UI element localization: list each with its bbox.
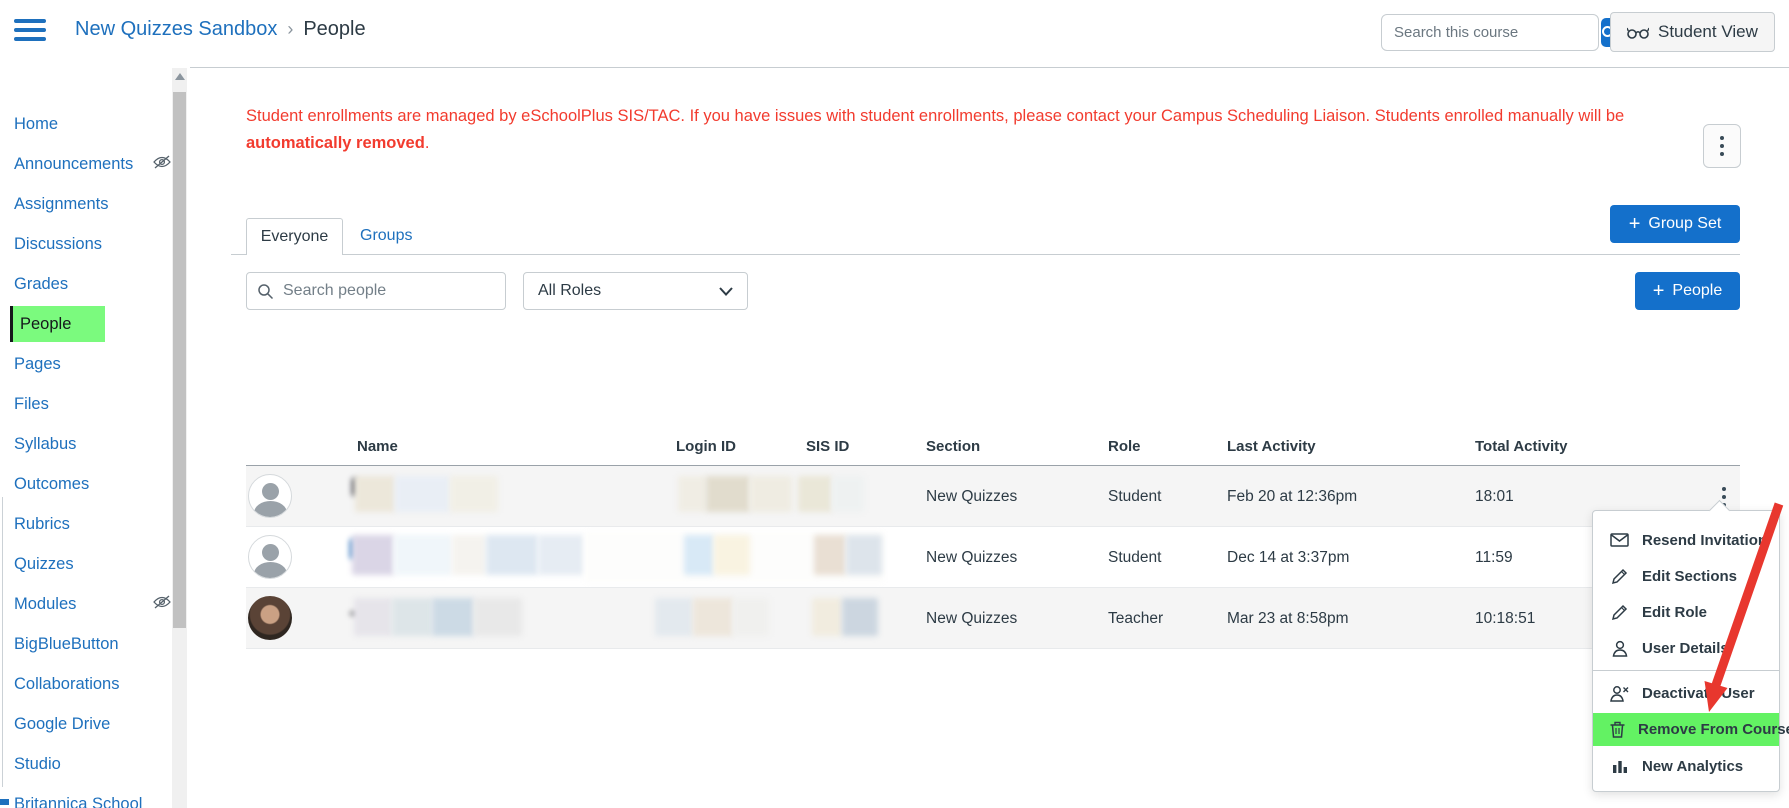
- cell-section: New Quizzes: [926, 610, 1017, 628]
- avatar[interactable]: [248, 474, 292, 518]
- menu-item-remove-from-course[interactable]: Remove From Course: [1593, 713, 1779, 746]
- table-row[interactable]: New Quizzes Teacher Mar 23 at 8:58pm 10:…: [246, 588, 1740, 649]
- sidebar-item-assignments[interactable]: Assignments: [14, 184, 174, 224]
- tabbar-divider: [231, 254, 1740, 255]
- avatar[interactable]: [248, 596, 292, 640]
- sidebar-item-rubrics[interactable]: Rubrics: [14, 504, 174, 544]
- cell-section: New Quizzes: [926, 488, 1017, 506]
- user-icon: [1610, 640, 1629, 657]
- menu-item-deactivate-user[interactable]: Deactivate User: [1593, 675, 1779, 711]
- sidebar-item-collaborations[interactable]: Collaborations: [14, 664, 174, 704]
- breadcrumb-course-link[interactable]: New Quizzes Sandbox: [75, 18, 277, 40]
- bar-chart-icon: [1610, 758, 1629, 774]
- sidebar-item-grades[interactable]: Grades: [14, 264, 174, 304]
- col-header-sis-id: SIS ID: [806, 438, 849, 455]
- trash-icon: [1610, 721, 1625, 738]
- people-search-input[interactable]: [283, 282, 495, 300]
- breadcrumb: New Quizzes Sandbox › People: [75, 18, 366, 41]
- tab-everyone[interactable]: Everyone: [246, 218, 343, 255]
- sidebar-item-quizzes[interactable]: Quizzes: [14, 544, 174, 584]
- notice-bold-text: automatically removed: [246, 134, 425, 152]
- col-header-last-activity: Last Activity: [1227, 438, 1316, 455]
- cell-role: Student: [1108, 488, 1161, 506]
- sidebar-item-outcomes[interactable]: Outcomes: [14, 464, 174, 504]
- envelope-icon: [1610, 533, 1629, 547]
- table-row[interactable]: New Quizzes Student Feb 20 at 12:36pm 18…: [246, 466, 1740, 527]
- course-search-input[interactable]: [1382, 24, 1601, 41]
- sidebar-item-bigbluebutton[interactable]: BigBlueButton: [14, 624, 174, 664]
- roles-selected-value: All Roles: [538, 282, 601, 300]
- plus-icon: +: [1629, 214, 1641, 234]
- col-header-name: Name: [357, 438, 398, 455]
- course-search-box: [1381, 14, 1599, 51]
- breadcrumb-current-page: People: [303, 18, 365, 40]
- col-header-login-id: Login ID: [676, 438, 736, 455]
- user-options-context-menu: Resend Invitation Edit Sections Edit Rol…: [1592, 510, 1780, 792]
- col-header-role: Role: [1108, 438, 1141, 455]
- avatar[interactable]: [248, 535, 292, 579]
- search-icon: [257, 283, 274, 300]
- cell-total-activity: 11:59: [1475, 549, 1513, 567]
- table-header-row: Name Login ID SIS ID Section Role Last A…: [246, 430, 1740, 466]
- plus-icon: +: [1653, 281, 1665, 301]
- sidebar-item-studio[interactable]: Studio: [14, 744, 174, 784]
- col-header-section: Section: [926, 438, 980, 455]
- sidebar-scrollbar-thumb[interactable]: [173, 92, 186, 628]
- table-row[interactable]: New Quizzes Student Dec 14 at 3:37pm 11:…: [246, 527, 1740, 588]
- menu-item-resend-invitation[interactable]: Resend Invitation: [1593, 522, 1779, 558]
- sidebar-item-modules[interactable]: Modules: [14, 584, 174, 624]
- cell-last-activity: Dec 14 at 3:37pm: [1227, 549, 1349, 567]
- enrollment-notice: Student enrollments are managed by eScho…: [246, 103, 1671, 157]
- menu-item-user-details[interactable]: User Details: [1593, 630, 1779, 666]
- sidebar-item-britannica-school[interactable]: Britannica School: [14, 784, 174, 808]
- roles-filter-select[interactable]: All Roles: [523, 272, 748, 310]
- chevron-down-icon: [719, 287, 733, 296]
- scrollbar-up-arrow-icon[interactable]: [175, 73, 185, 80]
- glasses-icon: [1627, 25, 1649, 39]
- pencil-icon: [1610, 568, 1629, 585]
- pencil-icon: [1610, 604, 1629, 621]
- canvas-people-page: New Quizzes Sandbox›People Student View …: [0, 0, 1789, 808]
- cell-last-activity: Feb 20 at 12:36pm: [1227, 488, 1357, 506]
- cell-role: Teacher: [1108, 610, 1163, 628]
- global-nav-hamburger-icon[interactable]: [14, 19, 46, 46]
- sidebar-item-files[interactable]: Files: [14, 384, 174, 424]
- cell-total-activity: 18:01: [1475, 488, 1514, 506]
- menu-item-new-analytics[interactable]: New Analytics: [1593, 748, 1779, 784]
- cell-role: Student: [1108, 549, 1161, 567]
- sidebar-item-discussions[interactable]: Discussions: [14, 224, 174, 264]
- user-x-icon: [1610, 685, 1629, 702]
- sidebar-item-pages[interactable]: Pages: [14, 344, 174, 384]
- eye-slash-icon: [152, 595, 172, 614]
- people-search-box: [246, 272, 506, 310]
- popover-edge-artifact: [2, 497, 3, 787]
- eye-slash-icon: [152, 155, 172, 174]
- edge-artifact: [0, 799, 9, 805]
- add-group-set-button[interactable]: + Group Set: [1610, 205, 1740, 243]
- breadcrumb-separator: ›: [287, 19, 293, 39]
- header-divider: [190, 67, 1789, 68]
- col-header-total-activity: Total Activity: [1475, 438, 1568, 455]
- student-view-button[interactable]: Student View: [1610, 12, 1775, 52]
- course-nav: Home Announcements Assignments Discussio…: [14, 104, 174, 808]
- cell-total-activity: 10:18:51: [1475, 610, 1535, 628]
- cell-last-activity: Mar 23 at 8:58pm: [1227, 610, 1348, 628]
- kebab-dot: [1720, 136, 1724, 140]
- sidebar-item-announcements[interactable]: Announcements: [14, 144, 174, 184]
- page-options-kebab-button[interactable]: [1703, 124, 1741, 168]
- menu-item-edit-role[interactable]: Edit Role: [1593, 594, 1779, 630]
- menu-item-edit-sections[interactable]: Edit Sections: [1593, 558, 1779, 594]
- cell-section: New Quizzes: [926, 549, 1017, 567]
- sidebar-item-people[interactable]: People: [14, 304, 174, 344]
- add-people-button[interactable]: + People: [1635, 272, 1740, 310]
- sidebar-item-google-drive[interactable]: Google Drive: [14, 704, 174, 744]
- sidebar-item-syllabus[interactable]: Syllabus: [14, 424, 174, 464]
- sidebar-item-home[interactable]: Home: [14, 104, 174, 144]
- menu-divider: [1593, 670, 1779, 671]
- tab-groups[interactable]: Groups: [360, 227, 412, 245]
